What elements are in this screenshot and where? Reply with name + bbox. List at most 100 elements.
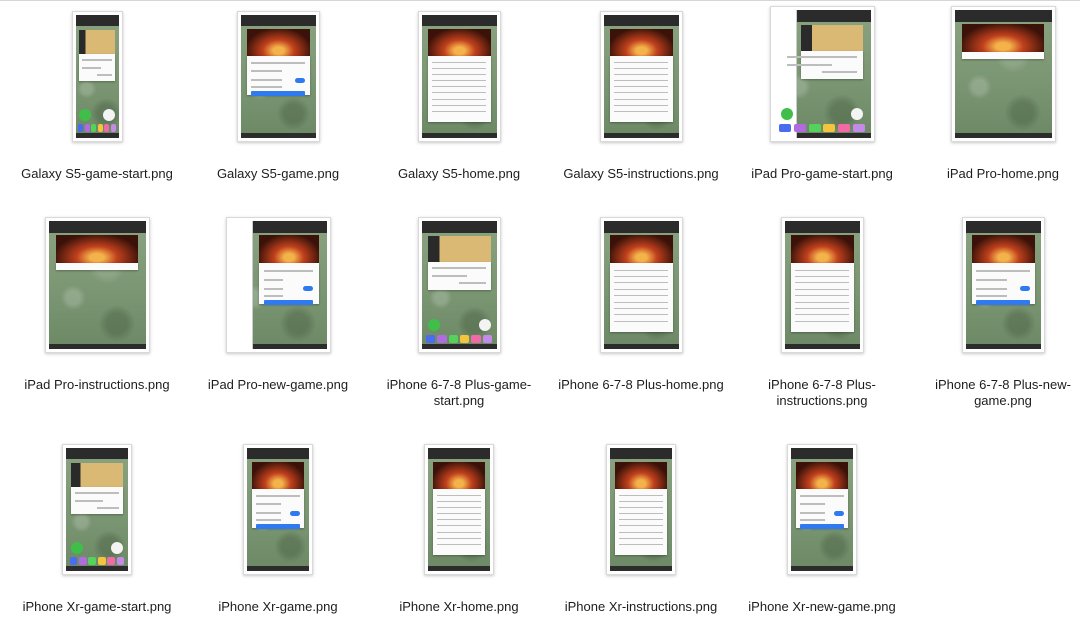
file-name: iPhone Xr-instructions.png xyxy=(564,599,718,614)
card-text-line xyxy=(459,282,486,285)
welcome-text-line xyxy=(618,500,664,502)
app-title-bar xyxy=(421,221,497,233)
option-line xyxy=(251,78,282,81)
show-timer-toggle xyxy=(295,77,305,83)
welcome-text-line xyxy=(432,67,486,69)
game-color-button xyxy=(116,557,125,565)
file-thumbnail xyxy=(780,217,864,353)
game-button-row xyxy=(426,334,492,343)
welcome-text-line xyxy=(795,314,849,316)
file-thumbnail xyxy=(225,217,331,353)
welcome-text-line xyxy=(432,92,486,94)
welcome-text-line xyxy=(795,269,849,271)
app-title-bar xyxy=(247,448,309,460)
file-item[interactable]: Galaxy S5-home.png xyxy=(368,0,550,182)
welcome-text-line xyxy=(432,104,486,106)
welcome-text-line xyxy=(436,513,482,515)
welcome-text-line xyxy=(614,61,668,63)
file-thumbnail xyxy=(599,11,683,142)
option-line xyxy=(251,70,282,73)
option-line xyxy=(799,503,826,506)
welcome-text-line xyxy=(614,301,668,303)
file-name: Galaxy S5-home.png xyxy=(397,166,521,181)
game-color-button xyxy=(426,334,436,343)
option-line xyxy=(251,86,282,89)
file-name: iPhone 6-7-8 Plus-new-game.png xyxy=(935,377,1071,408)
game-color-button xyxy=(91,124,97,132)
file-item[interactable]: Galaxy S5-game.png xyxy=(187,0,369,182)
file-item[interactable]: iPad Pro-game-start.png xyxy=(731,0,913,182)
app-title-bar xyxy=(428,448,490,460)
game-color-button xyxy=(808,123,821,132)
file-name: iPhone Xr-home.png xyxy=(399,599,519,614)
header-image xyxy=(790,235,854,264)
game-color-button xyxy=(459,334,470,343)
app-title-bar xyxy=(603,15,679,27)
file-thumbnail xyxy=(950,6,1056,142)
app-screen-preview xyxy=(229,221,327,349)
file-item[interactable]: Galaxy S5-instructions.png xyxy=(550,0,732,182)
file-name: iPhone 6-7-8 Plus-game-start.png xyxy=(386,377,532,408)
file-item[interactable]: iPhone 6-7-8 Plus-new-game.png xyxy=(912,211,1080,409)
game-button-row xyxy=(69,557,125,565)
app-title-bar xyxy=(240,15,316,27)
file-item[interactable]: iPhone 6-7-8 Plus-game-start.png xyxy=(368,211,550,409)
file-item[interactable]: iPad Pro-new-game.png xyxy=(187,211,369,393)
card-image xyxy=(78,29,116,55)
app-title-bar xyxy=(784,221,860,233)
option-line xyxy=(976,278,1007,281)
app-title-bar xyxy=(75,15,119,27)
file-item[interactable]: iPhone 6-7-8 Plus-instructions.png xyxy=(731,211,913,409)
option-line xyxy=(264,287,283,290)
game-color-button xyxy=(437,334,447,343)
game-color-button xyxy=(79,557,87,565)
file-thumbnail xyxy=(236,11,320,142)
file-item[interactable]: iPhone Xr-game-start.png xyxy=(6,433,188,615)
card-text-line xyxy=(81,59,113,62)
app-screen-preview xyxy=(421,15,497,138)
file-thumbnail xyxy=(769,6,875,142)
app-bottom-edge xyxy=(421,133,497,138)
welcome-text-line xyxy=(436,500,482,502)
game-color-button xyxy=(84,124,90,132)
game-color-button xyxy=(107,557,115,565)
file-name: iPhone Xr-new-game.png xyxy=(748,599,896,614)
card-text-line xyxy=(97,507,120,510)
app-screen-preview xyxy=(603,15,679,138)
file-item[interactable]: Galaxy S5-game-start.png xyxy=(6,0,188,182)
welcome-text-line xyxy=(436,507,482,509)
file-thumbnail xyxy=(606,444,676,575)
file-thumbnail xyxy=(243,444,313,575)
welcome-card xyxy=(614,488,668,555)
welcome-text-line xyxy=(436,537,482,539)
file-item[interactable]: iPad Pro-home.png xyxy=(912,0,1080,182)
app-bottom-edge xyxy=(48,343,146,349)
welcome-text-line xyxy=(618,543,664,545)
welcome-text-line xyxy=(618,519,664,521)
app-screen-preview xyxy=(428,448,490,571)
file-item[interactable]: iPhone Xr-new-game.png xyxy=(731,433,913,615)
app-title-bar xyxy=(610,448,672,460)
welcome-text-line xyxy=(614,276,668,278)
file-item[interactable]: iPhone Xr-home.png xyxy=(368,433,550,615)
welcome-text-line xyxy=(618,507,664,509)
welcome-card xyxy=(432,488,486,555)
app-screen-preview xyxy=(48,221,146,349)
card-text-line xyxy=(74,499,104,502)
file-name: iPhone 6-7-8 Plus-home.png xyxy=(558,377,724,392)
file-item[interactable]: iPad Pro-instructions.png xyxy=(6,211,188,393)
welcome-text-line xyxy=(795,282,849,284)
show-timer-toggle xyxy=(1020,286,1030,292)
file-item[interactable]: iPhone 6-7-8 Plus-home.png xyxy=(550,211,732,393)
options-title-line xyxy=(264,269,313,272)
skip-fab-icon xyxy=(850,108,863,121)
file-item[interactable]: iPhone Xr-instructions.png xyxy=(550,433,732,615)
file-item[interactable]: iPhone Xr-game.png xyxy=(187,433,369,615)
game-color-button xyxy=(104,124,110,132)
card-image xyxy=(800,25,863,51)
options-title-line xyxy=(976,269,1030,272)
welcome-text-line xyxy=(618,494,664,496)
welcome-text-line xyxy=(614,282,668,284)
card-text-line xyxy=(97,74,113,77)
header-image xyxy=(251,461,305,489)
